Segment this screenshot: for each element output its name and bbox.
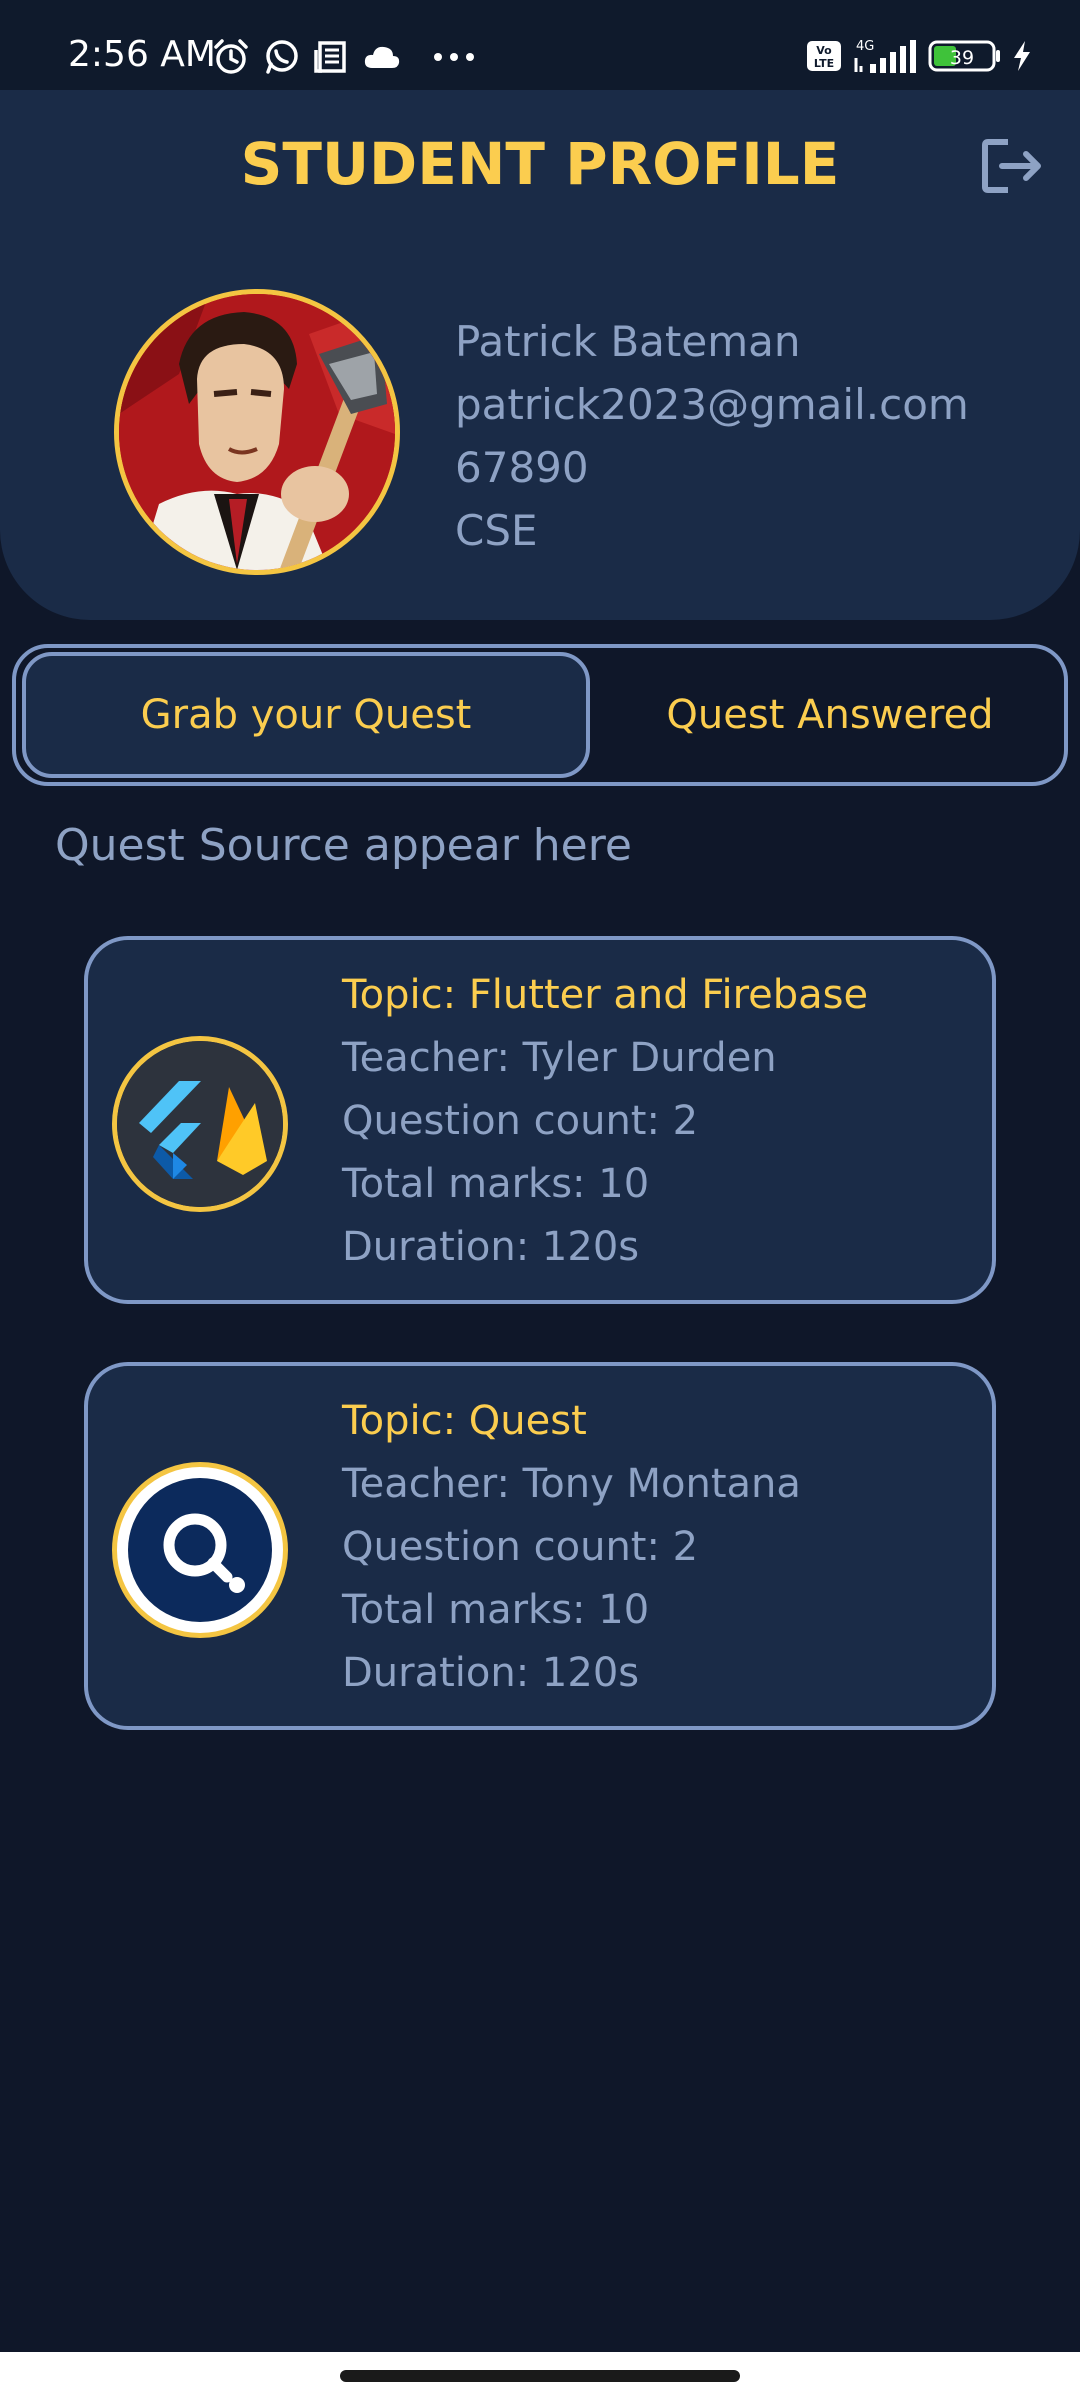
avatar-portrait <box>119 294 395 570</box>
status-left-icons <box>212 38 476 76</box>
cloud-icon <box>364 46 400 68</box>
news-icon <box>314 41 346 73</box>
charging-icon <box>1014 41 1030 71</box>
tab-bar: Grab your Quest Quest Answered <box>12 644 1068 786</box>
page-title: STUDENT PROFILE <box>240 130 840 198</box>
flutter-firebase-logo <box>112 1036 288 1212</box>
whatsapp-icon <box>266 40 298 74</box>
screen: 2:56 AM Vo LTE 4G 39 STUDENT PROFILE Pat… <box>0 0 1080 2400</box>
profile-info: Patrick Bateman patrick2023@gmail.com 67… <box>455 310 969 562</box>
svg-text:Vo: Vo <box>816 44 832 57</box>
tab-grab-your-quest[interactable]: Grab your Quest <box>22 652 590 778</box>
signal-icon: 4G <box>854 39 916 73</box>
logout-icon[interactable] <box>982 138 1044 194</box>
battery-level: 39 <box>950 47 974 69</box>
quest-card[interactable]: Topic: Quest Teacher: Tony Montana Quest… <box>84 1362 996 1730</box>
navigation-bar <box>0 2352 1080 2400</box>
quest-teacher: Teacher: Tyler Durden <box>342 1035 777 1081</box>
quest-logo <box>112 1462 288 1638</box>
quest-total-marks: Total marks: 10 <box>342 1587 650 1633</box>
avatar <box>114 289 400 575</box>
tab-quest-answered[interactable]: Quest Answered <box>596 652 1064 778</box>
profile-name: Patrick Bateman <box>455 317 801 366</box>
quest-duration: Duration: 120s <box>342 1650 640 1696</box>
alarm-icon <box>214 39 248 74</box>
quest-question-count: Question count: 2 <box>342 1524 699 1570</box>
quest-total-marks: Total marks: 10 <box>342 1161 650 1207</box>
profile-email: patrick2023@gmail.com <box>455 380 969 429</box>
quest-duration: Duration: 120s <box>342 1224 640 1270</box>
quest-card[interactable]: Topic: Flutter and Firebase Teacher: Tyl… <box>84 936 996 1304</box>
quest-teacher: Teacher: Tony Montana <box>342 1461 801 1507</box>
battery-icon: 39 <box>928 40 1000 72</box>
status-time: 2:56 AM <box>68 34 216 75</box>
home-gesture-handle[interactable] <box>340 2370 740 2382</box>
svg-text:LTE: LTE <box>814 57 834 70</box>
profile-department: CSE <box>455 506 538 555</box>
volte-icon: Vo LTE <box>807 41 841 71</box>
svg-text:4G: 4G <box>856 39 874 54</box>
quest-topic: Topic: Quest <box>342 1398 587 1444</box>
quest-details: Topic: Flutter and Firebase Teacher: Tyl… <box>342 964 868 1279</box>
quest-question-count: Question count: 2 <box>342 1098 699 1144</box>
more-dots-icon <box>434 53 474 61</box>
profile-id: 67890 <box>455 443 589 492</box>
status-right-icons: Vo LTE 4G 39 <box>806 38 1032 74</box>
quest-details: Topic: Quest Teacher: Tony Montana Quest… <box>342 1390 801 1705</box>
quest-topic: Topic: Flutter and Firebase <box>342 972 869 1018</box>
status-bar: 2:56 AM Vo LTE 4G 39 <box>0 0 1080 90</box>
section-label: Quest Source appear here <box>55 820 632 871</box>
